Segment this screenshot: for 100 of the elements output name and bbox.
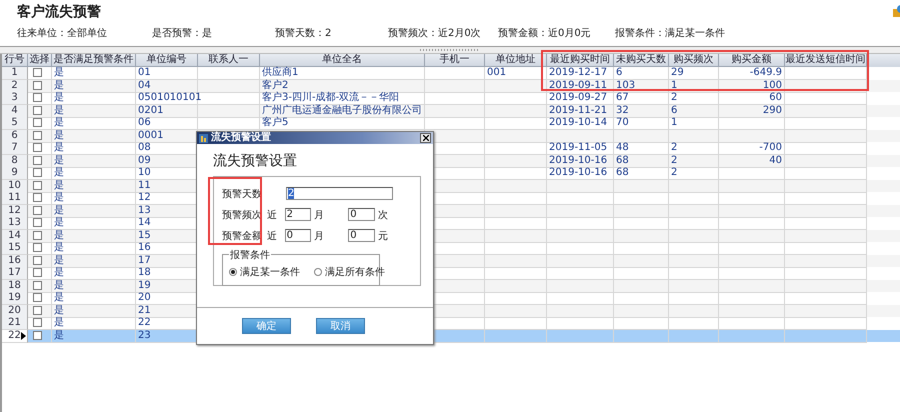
table-cell: 2019-11-21: [549, 104, 608, 116]
table-cell: 100: [762, 80, 782, 90]
table-cell: 是: [54, 154, 64, 166]
table-cell: 是: [54, 280, 64, 290]
field-label: 近: [266, 230, 278, 242]
group-title: 报警条件: [229, 248, 271, 262]
table-cell: 290: [762, 104, 782, 116]
table-cell: 是: [54, 330, 64, 340]
filter-summary: 预警频次：近2月0次: [388, 26, 482, 40]
table-cell: 供应商1: [262, 67, 298, 78]
page-title: 客户流失预警: [17, 2, 101, 22]
dialog-title: 流失预警设置: [211, 132, 272, 144]
table-cell: 客户5: [262, 117, 288, 128]
table-cell: 是: [54, 304, 64, 316]
row-number: 8: [11, 154, 18, 166]
row-number: 10: [8, 180, 21, 190]
table-cell: 是: [54, 204, 64, 216]
table-cell: 2019-09-27: [549, 92, 608, 103]
row-number: 18: [8, 280, 21, 290]
table-cell: 是: [54, 67, 64, 78]
table-cell: 12: [138, 192, 151, 203]
table-cell: 40: [769, 154, 782, 166]
table-cell: 2019-10-16: [549, 154, 608, 166]
table-cell: 70: [616, 117, 629, 128]
table-cell: 17: [138, 254, 151, 266]
row-number: 9: [11, 167, 18, 178]
table-cell: 23: [138, 330, 151, 340]
table-cell: 2: [671, 154, 678, 166]
row-number: 14: [8, 230, 21, 240]
table-cell: 广州广电运通金融电子股份有限公司: [262, 104, 422, 116]
table-cell: 是: [54, 254, 64, 266]
table-cell: 68: [616, 154, 629, 166]
filter-summary: 报警条件：满足某一条件: [615, 26, 726, 40]
table-cell: 14: [138, 217, 151, 228]
dialog-heading: 流失预警设置: [213, 152, 298, 170]
table-cell: 客户3-四川-成都-双流－－华阳: [262, 92, 400, 103]
row-number: 16: [8, 254, 21, 266]
unit-label: 月: [313, 230, 326, 242]
row-number: 21: [8, 317, 21, 328]
table-cell: 2019-10-14: [549, 117, 608, 128]
table-cell: 是: [54, 142, 64, 153]
table-cell: 是: [54, 167, 64, 178]
table-cell: 2: [671, 167, 678, 178]
row-number: 11: [8, 192, 21, 203]
row-number: 7: [11, 142, 18, 153]
row-number: 5: [11, 117, 18, 128]
table-cell: 是: [54, 230, 64, 240]
table-cell: 29: [671, 67, 684, 78]
table-cell: 客户2: [262, 80, 288, 90]
table-cell: 0501010101: [138, 92, 202, 103]
table-cell: 48: [616, 142, 629, 153]
table-cell: 22: [138, 317, 151, 328]
table-cell: 0201: [138, 104, 164, 116]
table-cell: 21: [138, 304, 151, 316]
table-cell: 2019-10-16: [549, 167, 608, 178]
row-number: 2: [11, 80, 18, 90]
row-number: 3: [11, 92, 18, 103]
table-cell: 是: [54, 104, 64, 116]
table-cell: 1: [671, 117, 678, 128]
filter-summary: 预警天数：2: [275, 27, 332, 40]
filter-summary: 是否预警：是: [152, 27, 213, 40]
row-number: 4: [11, 104, 18, 116]
row-number: 17: [8, 267, 21, 278]
table-cell: 13: [138, 204, 151, 216]
table-cell: 0001: [138, 130, 164, 140]
table-cell: 01: [138, 67, 151, 78]
row-number: 13: [8, 217, 21, 228]
table-cell: 18: [138, 267, 151, 278]
table-cell: 是: [54, 80, 64, 90]
table-cell: 是: [54, 267, 64, 278]
table-cell: 2019-12-17: [549, 67, 608, 78]
table-cell: 19: [138, 280, 151, 290]
row-number: 15: [8, 242, 21, 253]
table-cell: 是: [54, 180, 64, 190]
row-number: 12: [8, 204, 21, 216]
filter-summary: 预警金额：近0月0元: [498, 26, 592, 40]
table-cell: 15: [138, 230, 151, 240]
table-cell: 68: [616, 167, 629, 178]
row-number: 19: [8, 292, 21, 303]
table-cell: 是: [54, 317, 64, 328]
table-cell: 32: [616, 104, 629, 116]
table-cell: 10: [138, 167, 151, 178]
table-cell: 是: [54, 92, 64, 103]
table-cell: 1: [671, 80, 678, 90]
row-number: 20: [8, 304, 21, 316]
table-cell: 06: [138, 117, 151, 128]
table-cell: 2019-09-11: [549, 80, 608, 90]
table-cell: 6: [671, 104, 678, 116]
table-cell: 2019-11-05: [549, 142, 608, 153]
table-cell: 103: [616, 80, 636, 90]
table-cell: 20: [138, 292, 151, 303]
table-cell: 6: [616, 67, 622, 78]
table-cell: 001: [487, 67, 506, 78]
table-cell: 2: [671, 92, 678, 103]
table-cell: 是: [54, 117, 64, 128]
table-cell: 04: [138, 80, 151, 90]
filter-summary: 往来单位：全部单位: [17, 26, 108, 40]
table-cell: 2: [671, 142, 678, 153]
row-number: 6: [11, 130, 18, 140]
table-cell: 09: [138, 154, 151, 166]
